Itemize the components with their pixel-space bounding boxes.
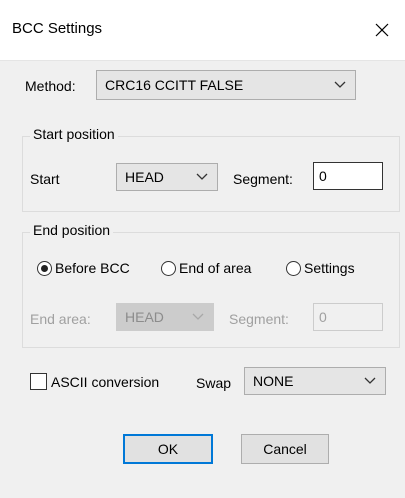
method-dropdown[interactable]: CRC16 CCITT FALSE xyxy=(96,70,356,100)
window-title: BCC Settings xyxy=(12,20,103,37)
start-segment-value: 0 xyxy=(319,168,327,184)
close-button[interactable] xyxy=(359,14,405,46)
radio-settings-label: Settings xyxy=(304,260,355,276)
end-position-title: End position xyxy=(30,222,114,238)
cancel-button[interactable]: Cancel xyxy=(241,434,329,464)
title-bar: BCC Settings xyxy=(0,0,405,60)
end-segment-input[interactable]: 0 xyxy=(313,303,383,331)
end-area-dropdown[interactable]: HEAD xyxy=(116,303,214,331)
ascii-conversion-checkbox[interactable]: ASCII conversion xyxy=(30,373,159,390)
radio-circle xyxy=(161,260,176,276)
end-segment-label: Segment: xyxy=(229,311,289,327)
method-value: CRC16 CCITT FALSE xyxy=(105,77,244,93)
close-icon xyxy=(375,23,389,37)
chevron-down-icon xyxy=(333,80,347,90)
checkbox-box xyxy=(30,373,47,390)
end-area-value: HEAD xyxy=(125,309,164,325)
swap-label: Swap xyxy=(196,375,232,391)
start-value: HEAD xyxy=(125,169,164,185)
start-dropdown[interactable]: HEAD xyxy=(116,163,218,191)
radio-settings[interactable]: Settings xyxy=(286,260,355,276)
radio-before-bcc[interactable]: Before BCC xyxy=(37,260,130,276)
start-label: Start xyxy=(30,171,60,187)
radio-end-of-area[interactable]: End of area xyxy=(161,260,251,276)
chevron-down-icon xyxy=(191,312,205,322)
swap-dropdown[interactable]: NONE xyxy=(244,367,386,395)
chevron-down-icon xyxy=(195,172,209,182)
start-position-title: Start position xyxy=(30,126,118,142)
start-segment-input[interactable]: 0 xyxy=(313,162,383,190)
radio-circle-checked xyxy=(37,260,52,276)
start-segment-label: Segment: xyxy=(233,171,293,187)
radio-circle xyxy=(286,260,301,276)
end-segment-value: 0 xyxy=(319,309,327,325)
end-area-label: End area: xyxy=(30,311,91,327)
radio-before-bcc-label: Before BCC xyxy=(55,260,130,276)
radio-end-of-area-label: End of area xyxy=(179,260,252,276)
swap-value: NONE xyxy=(253,373,294,389)
ok-button[interactable]: OK xyxy=(123,434,213,464)
ascii-conversion-label: ASCII conversion xyxy=(51,373,160,390)
method-label: Method: xyxy=(25,78,76,94)
chevron-down-icon xyxy=(363,376,377,386)
